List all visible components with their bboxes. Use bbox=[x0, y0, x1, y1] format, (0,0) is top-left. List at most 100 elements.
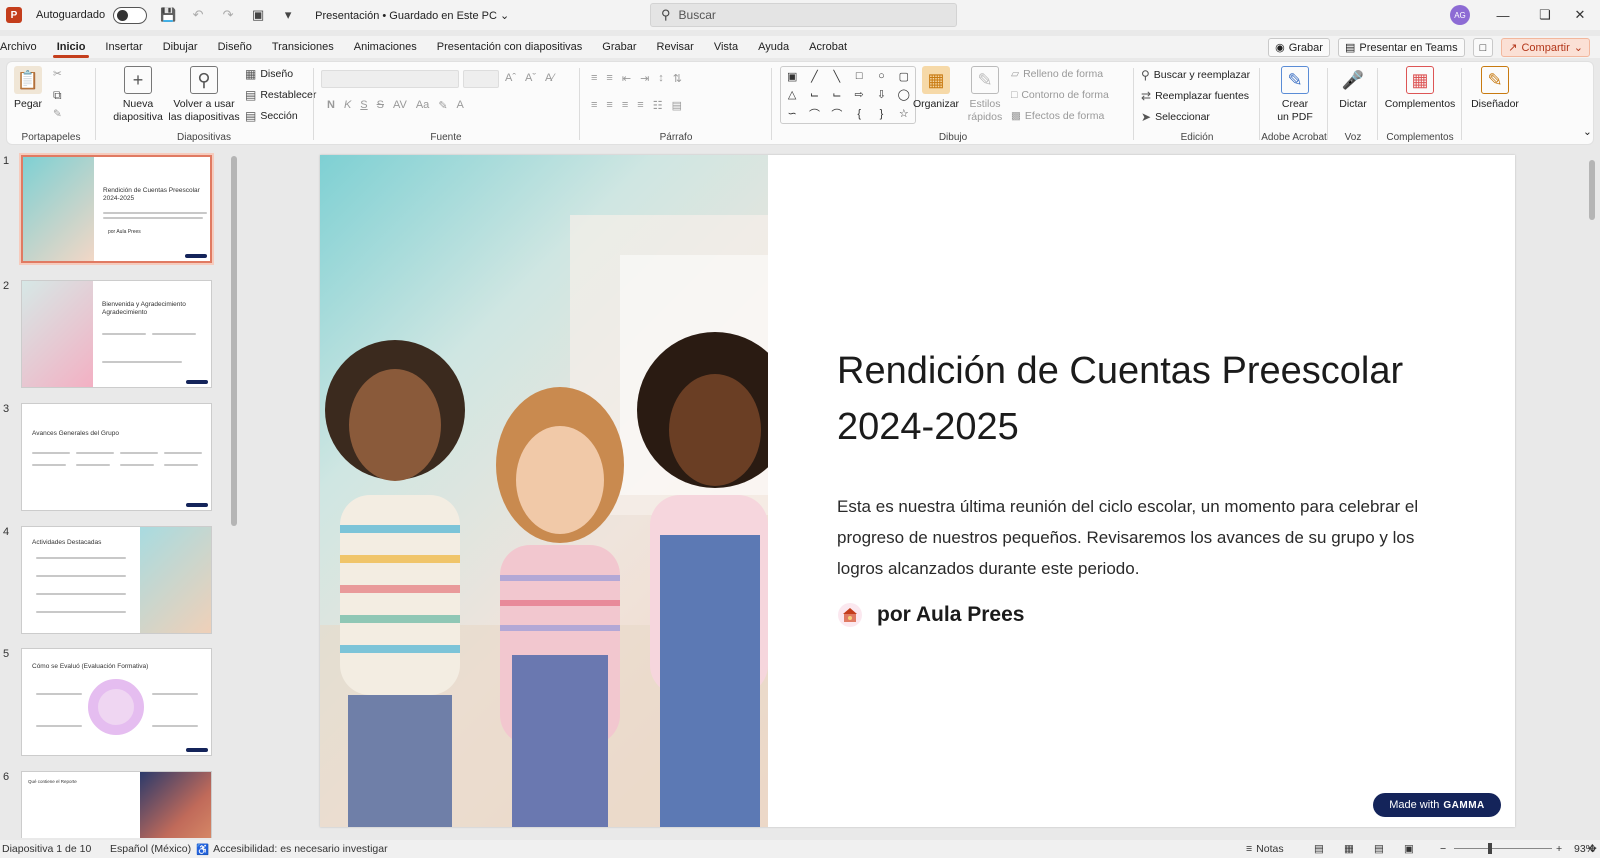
language-indicator[interactable]: Español (México) bbox=[110, 843, 191, 855]
save-icon[interactable]: 💾 bbox=[159, 6, 177, 24]
underline-icon[interactable]: S bbox=[360, 99, 367, 112]
align-left-icon[interactable]: ≡ bbox=[591, 99, 597, 112]
zoom-slider-thumb[interactable] bbox=[1488, 843, 1493, 854]
slide-scrollbar[interactable] bbox=[1587, 146, 1597, 838]
present-teams-button[interactable]: ▤ Presentar en Teams bbox=[1337, 38, 1465, 57]
thumb-text-line bbox=[164, 464, 198, 466]
slide-sorter-icon[interactable]: ▦ bbox=[1344, 843, 1354, 855]
thumb-title: Qué contiene el Reporte bbox=[28, 779, 77, 784]
italic-icon[interactable]: K bbox=[344, 99, 351, 112]
document-title[interactable]: Presentación • Guardado en Este PC ⌄ bbox=[315, 9, 509, 22]
format-painter-icon[interactable]: ✎ bbox=[53, 108, 62, 120]
text-direction-icon[interactable]: ⇅ bbox=[673, 72, 682, 85]
font-color-icon[interactable]: A bbox=[457, 99, 464, 112]
scroll-thumb[interactable] bbox=[1589, 160, 1595, 220]
shrink-font-icon[interactable]: Aˇ bbox=[525, 72, 536, 84]
paste-button[interactable]: 📋 Pegar bbox=[11, 66, 45, 111]
tab-transiciones[interactable]: Transiciones bbox=[262, 36, 344, 58]
decrease-indent-icon[interactable]: ⇤ bbox=[622, 72, 631, 85]
collapse-ribbon-icon[interactable]: ⌄ bbox=[1583, 126, 1592, 138]
autosave-toggle[interactable] bbox=[113, 6, 148, 24]
tab-insertar[interactable]: Insertar bbox=[95, 36, 152, 58]
numbering-icon[interactable]: ≡ bbox=[606, 72, 612, 85]
tab-presentacion[interactable]: Presentación con diapositivas bbox=[427, 36, 593, 58]
accessibility-indicator[interactable]: ♿ Accesibilidad: es necesario investigar bbox=[196, 843, 388, 856]
case-icon[interactable]: Aa bbox=[416, 99, 429, 112]
spacing-icon[interactable]: AV bbox=[393, 99, 407, 112]
tab-ayuda[interactable]: Ayuda bbox=[748, 36, 799, 58]
create-pdf-button[interactable]: ✎ Crear un PDF bbox=[1275, 66, 1315, 124]
font-size-select[interactable] bbox=[463, 70, 499, 88]
line-spacing-icon[interactable]: ↕ bbox=[658, 72, 664, 85]
slide-counter[interactable]: Diapositiva 1 de 10 bbox=[2, 843, 91, 855]
avatar[interactable]: AG bbox=[1450, 5, 1470, 25]
group-parrafo: ≡ ≡ ⇤ ⇥ ↕ ⇅ ≡ ≡ ≡ ≡ ☷ ▤ Párrafo bbox=[581, 62, 771, 146]
slideshow-icon[interactable]: ▣ bbox=[1404, 843, 1414, 855]
align-center-icon[interactable]: ≡ bbox=[606, 99, 612, 112]
tab-dibujar[interactable]: Dibujar bbox=[153, 36, 208, 58]
highlight-icon[interactable]: ✎ bbox=[438, 99, 447, 112]
normal-view-icon[interactable]: ▤ bbox=[1314, 843, 1324, 855]
zoom-out-icon[interactable]: − bbox=[1440, 843, 1446, 855]
scroll-thumb[interactable] bbox=[231, 156, 237, 526]
tab-diseno[interactable]: Diseño bbox=[208, 36, 262, 58]
tab-inicio[interactable]: Inicio bbox=[47, 36, 96, 58]
align-right-icon[interactable]: ≡ bbox=[622, 99, 628, 112]
copy-icon[interactable]: ⧉ bbox=[53, 88, 62, 103]
tab-archivo[interactable]: Archivo bbox=[0, 36, 47, 58]
addins-button[interactable]: ▦ Complementos bbox=[1383, 66, 1457, 111]
tab-animaciones[interactable]: Animaciones bbox=[344, 36, 427, 58]
strikethrough-icon[interactable]: S bbox=[377, 99, 384, 112]
new-slide-button[interactable]: + Nueva diapositiva bbox=[107, 66, 169, 124]
slide-photo[interactable] bbox=[320, 155, 768, 827]
reset-button[interactable]: ▤ Restablecer bbox=[245, 88, 316, 102]
slide-canvas[interactable]: Rendición de Cuentas Preescolar 2024-202… bbox=[320, 155, 1515, 827]
slide-title[interactable]: Rendición de Cuentas Preescolar 2024-202… bbox=[837, 343, 1477, 455]
fit-slide-icon[interactable]: ✥ bbox=[1588, 843, 1597, 855]
tab-grabar[interactable]: Grabar bbox=[592, 36, 646, 58]
font-family-select[interactable] bbox=[321, 70, 459, 88]
record-button[interactable]: ◉ Grabar bbox=[1268, 38, 1330, 57]
tab-revisar[interactable]: Revisar bbox=[647, 36, 704, 58]
dictate-button[interactable]: 🎤 Dictar bbox=[1335, 66, 1371, 111]
bold-icon[interactable]: N bbox=[327, 99, 335, 112]
slide-thumbnail-5[interactable]: Cómo se Evaluó (Evaluación Formativa) bbox=[21, 648, 212, 756]
layout-button[interactable]: ▦ Diseño bbox=[245, 67, 293, 81]
justify-icon[interactable]: ≡ bbox=[637, 99, 643, 112]
clear-format-icon[interactable]: A⁄ bbox=[545, 72, 554, 84]
grow-font-icon[interactable]: Aˆ bbox=[505, 72, 516, 84]
notes-button[interactable]: ≡ Notas bbox=[1246, 843, 1284, 855]
made-with-gamma-badge[interactable]: Made with GAMMA bbox=[1373, 793, 1501, 817]
cut-icon[interactable]: ✂ bbox=[53, 68, 62, 80]
slide-body-text[interactable]: Esta es nuestra última reunión del ciclo… bbox=[837, 491, 1447, 584]
zoom-slider[interactable] bbox=[1454, 848, 1552, 849]
reuse-slides-button[interactable]: ⚲ Volver a usar las diapositivas bbox=[167, 66, 241, 124]
close-icon[interactable]: ✕ bbox=[1560, 0, 1600, 30]
reading-view-icon[interactable]: ▤ bbox=[1374, 843, 1384, 855]
tab-vista[interactable]: Vista bbox=[704, 36, 748, 58]
slide-thumbnail-4[interactable]: Actividades Destacadas bbox=[21, 526, 212, 634]
redo-icon[interactable]: ↷ bbox=[219, 6, 237, 24]
slide-thumbnail-3[interactable]: Avances Generales del Grupo bbox=[21, 403, 212, 511]
search-input[interactable]: ⚲ Buscar bbox=[650, 3, 957, 27]
designer-button[interactable]: ✎ Diseñador bbox=[1465, 66, 1525, 111]
bullets-icon[interactable]: ≡ bbox=[591, 72, 597, 85]
comments-button[interactable]: □ bbox=[1472, 38, 1494, 57]
columns-icon[interactable]: ☷ bbox=[653, 99, 663, 112]
present-icon[interactable]: ▣ bbox=[249, 6, 267, 24]
undo-icon[interactable]: ↶ bbox=[189, 6, 207, 24]
thumbnails-scrollbar[interactable] bbox=[230, 146, 238, 838]
slide-thumbnail-2[interactable]: Bienvenida y Agradecimiento Agradecimient… bbox=[21, 280, 212, 388]
zoom-in-icon[interactable]: + bbox=[1556, 843, 1562, 855]
slide-thumbnail-6[interactable]: Qué contiene el Reporte bbox=[21, 771, 212, 838]
tab-acrobat[interactable]: Acrobat bbox=[799, 36, 857, 58]
group-edicion: Edición bbox=[1135, 62, 1259, 146]
align-text-icon[interactable]: ▤ bbox=[672, 99, 682, 112]
increase-indent-icon[interactable]: ⇥ bbox=[640, 72, 649, 85]
section-button[interactable]: ▤ Sección bbox=[245, 109, 298, 123]
slide-author[interactable]: por Aula Prees bbox=[837, 602, 1024, 628]
minimize-icon[interactable]: — bbox=[1480, 0, 1526, 30]
share-button[interactable]: ↗ Compartir ⌄ bbox=[1501, 38, 1590, 57]
customize-qat-icon[interactable]: ▾ bbox=[279, 6, 297, 24]
slide-thumbnail-1[interactable]: Rendición de Cuentas Preescolar 2024-2025… bbox=[19, 153, 214, 265]
